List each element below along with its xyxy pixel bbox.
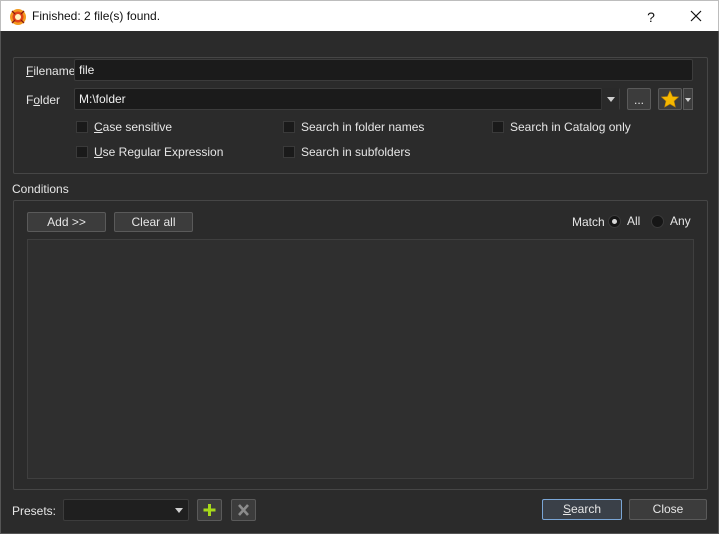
- clear-all-button[interactable]: Clear all: [114, 212, 193, 232]
- checkbox-box[interactable]: [76, 146, 88, 158]
- checkbox-box[interactable]: [283, 146, 295, 158]
- window-title: Finished: 2 file(s) found.: [32, 9, 161, 23]
- browse-folder-button[interactable]: ...: [627, 88, 651, 110]
- match-label: Match: [572, 215, 605, 229]
- xnview-app-icon: [10, 9, 26, 25]
- star-icon: [660, 90, 680, 108]
- folder-label: Folder: [26, 93, 61, 107]
- plus-icon: [203, 504, 216, 516]
- add-condition-button[interactable]: Add >>: [27, 212, 106, 232]
- search-button[interactable]: Search: [542, 499, 622, 520]
- favorites-button[interactable]: [658, 88, 682, 110]
- delete-preset-button[interactable]: [231, 499, 256, 521]
- use-regex-checkbox[interactable]: Use Regular Expression: [76, 145, 223, 159]
- folder-value: M:\folder: [79, 92, 126, 106]
- use-regex-label: Use Regular Expression: [94, 145, 224, 159]
- search-folder-names-checkbox[interactable]: Search in folder names: [283, 120, 424, 134]
- search-folder-names-label: Search in folder names: [301, 120, 425, 134]
- dialog-body: Filename file Folder M:\folder ... Case …: [0, 31, 719, 534]
- case-sensitive-label: Case sensitive: [94, 120, 173, 134]
- close-icon[interactable]: [686, 6, 706, 26]
- match-any-label: Any: [670, 214, 691, 228]
- radio-selected-icon[interactable]: [608, 214, 621, 228]
- conditions-list[interactable]: [27, 239, 694, 479]
- chevron-down-icon[interactable]: [170, 499, 188, 521]
- add-preset-button[interactable]: [197, 499, 222, 521]
- filename-label: Filename: [26, 64, 76, 78]
- filename-input[interactable]: file: [74, 59, 693, 81]
- delete-x-icon: [238, 504, 249, 516]
- close-button[interactable]: Close: [629, 499, 707, 520]
- conditions-label: Conditions: [12, 182, 69, 196]
- help-button[interactable]: ?: [641, 7, 661, 27]
- checkbox-box[interactable]: [492, 121, 504, 133]
- checkbox-box[interactable]: [283, 121, 295, 133]
- favorites-dropdown-button[interactable]: [683, 88, 693, 110]
- case-sensitive-checkbox[interactable]: Case sensitive: [76, 120, 172, 134]
- folder-combobox[interactable]: M:\folder: [74, 88, 620, 110]
- presets-combobox[interactable]: [63, 499, 189, 521]
- search-subfolders-checkbox[interactable]: Search in subfolders: [283, 145, 410, 159]
- presets-label: Presets:: [12, 504, 57, 518]
- radio-unselected-icon[interactable]: [651, 214, 664, 228]
- search-catalog-only-checkbox[interactable]: Search in Catalog only: [492, 120, 631, 134]
- checkbox-box[interactable]: [76, 121, 88, 133]
- match-any-radio[interactable]: Any: [651, 214, 691, 228]
- conditions-group: Add >> Clear all Match All Any: [13, 200, 708, 490]
- title-bar: Finished: 2 file(s) found. ?: [0, 0, 719, 31]
- match-all-radio[interactable]: All: [608, 214, 640, 228]
- search-catalog-only-label: Search in Catalog only: [510, 120, 631, 134]
- match-all-label: All: [627, 214, 641, 228]
- search-subfolders-label: Search in subfolders: [301, 145, 411, 159]
- chevron-down-icon[interactable]: [601, 88, 619, 110]
